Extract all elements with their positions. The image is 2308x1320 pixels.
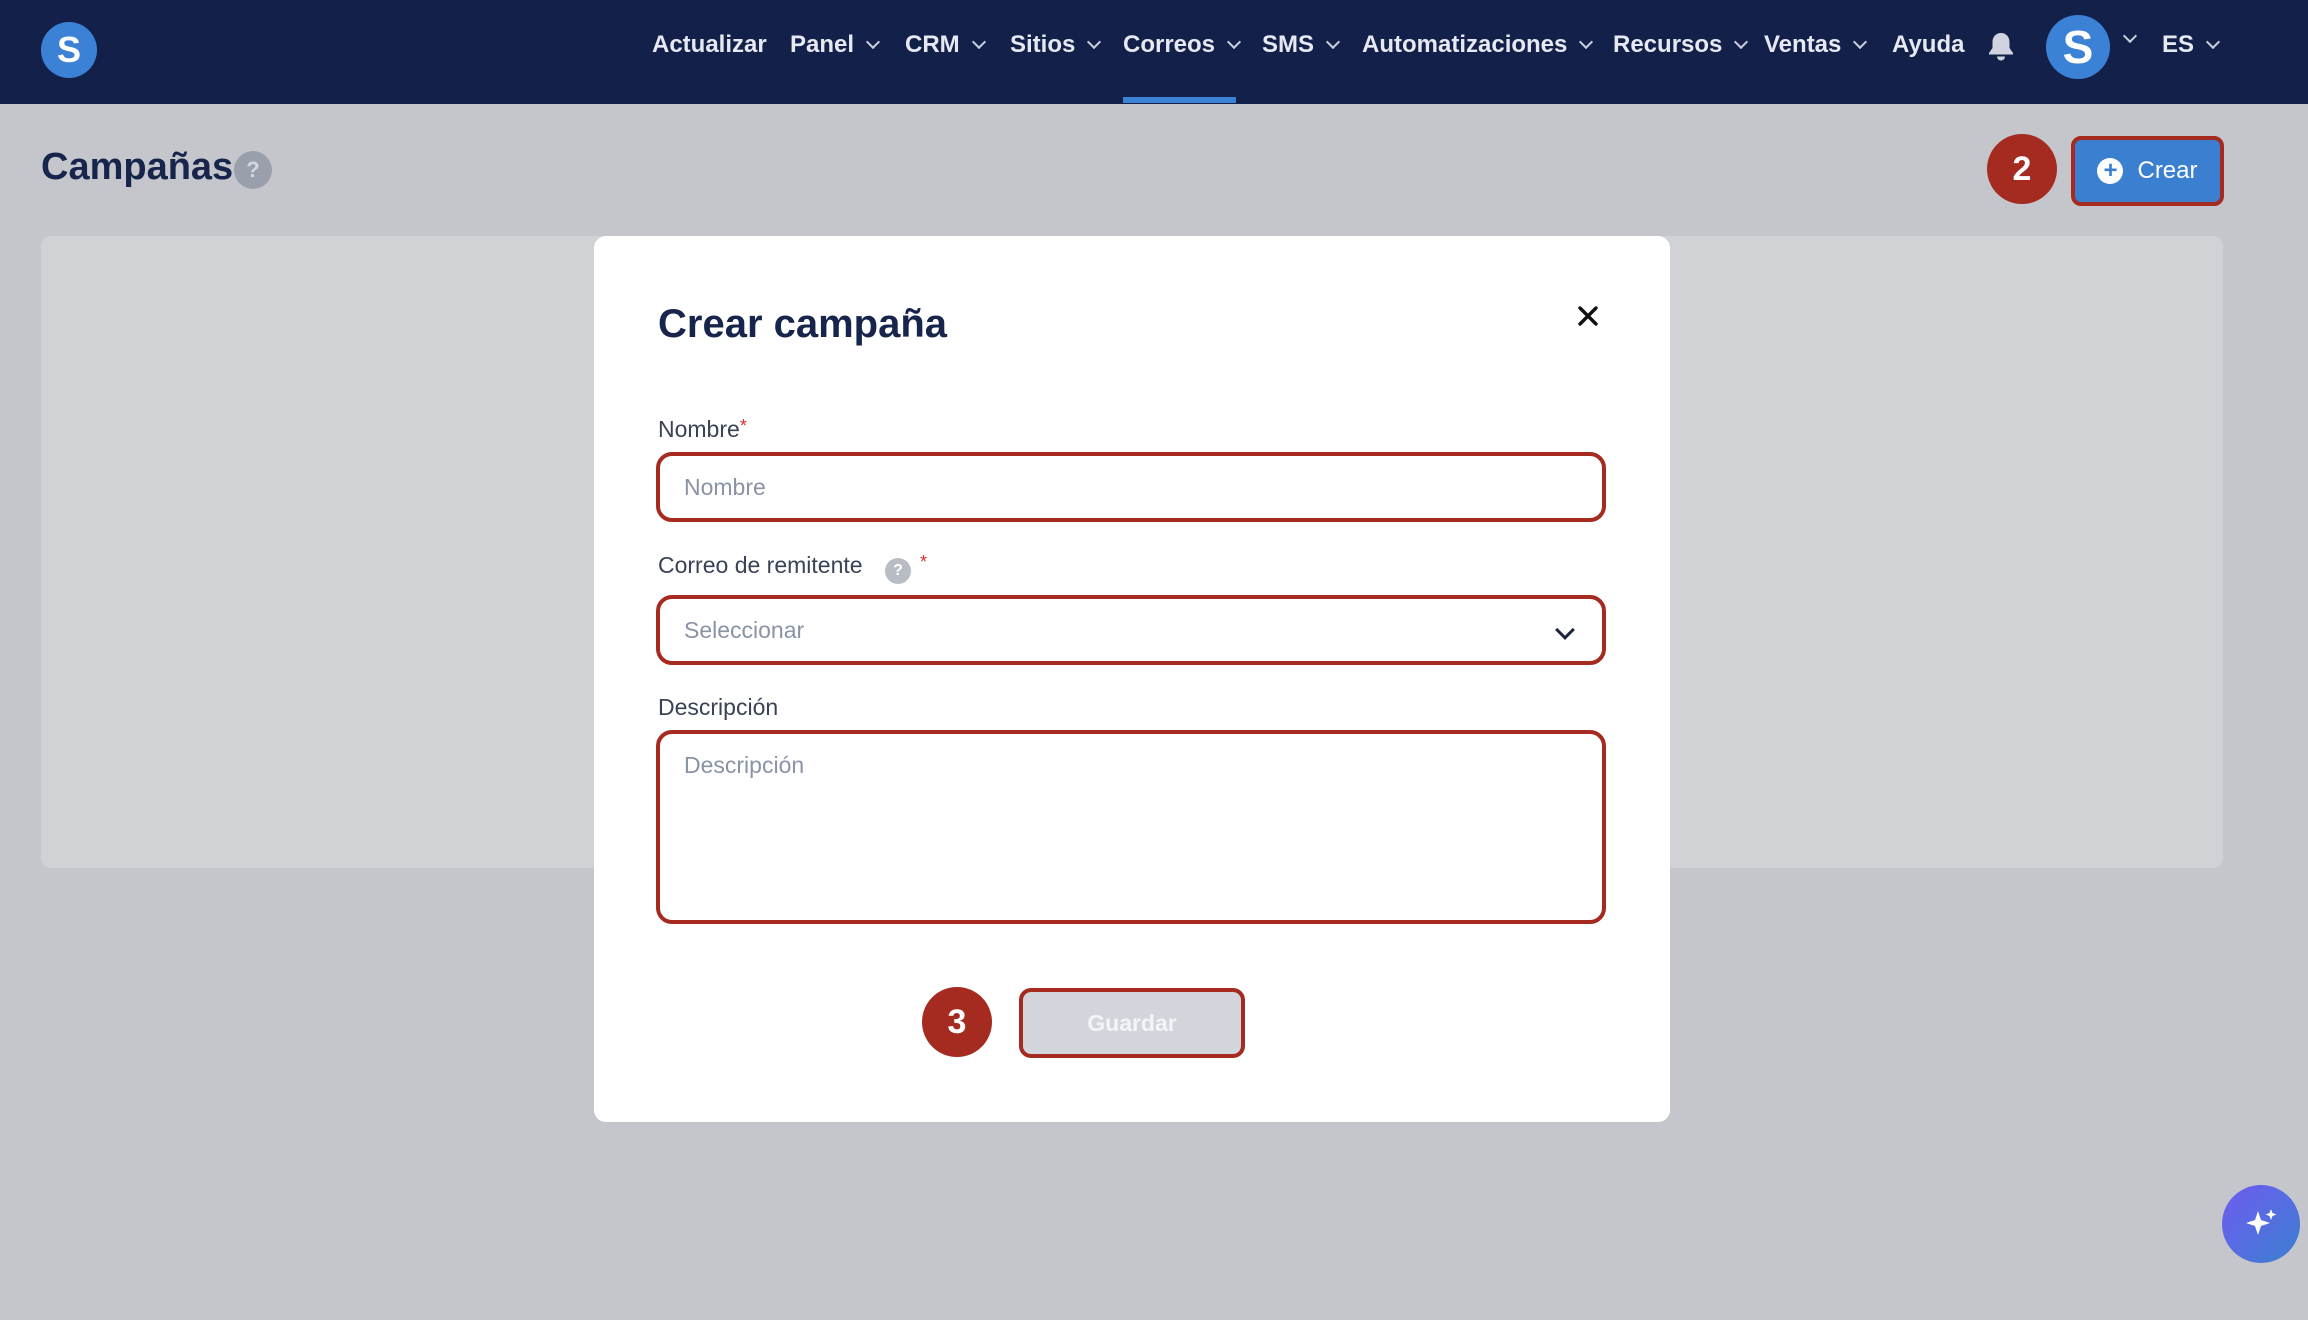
- required-asterisk: *: [739, 416, 747, 436]
- chevron-down-icon: [1579, 34, 1594, 50]
- nav-item-label: Panel: [790, 31, 855, 58]
- page-title: Campañas: [41, 146, 234, 188]
- name-label-text: Nombre: [658, 416, 740, 442]
- nav-item-automatizaciones[interactable]: Automatizaciones: [1362, 0, 1594, 90]
- ai-assistant-button[interactable]: [2222, 1185, 2300, 1263]
- language-selector[interactable]: ES: [2162, 0, 2221, 90]
- name-input[interactable]: [656, 452, 1606, 522]
- required-asterisk: *: [920, 552, 928, 572]
- language-label: ES: [2162, 31, 2195, 58]
- chevron-down-icon: [865, 34, 881, 50]
- chevron-down-icon[interactable]: [2122, 28, 2138, 44]
- nav-item-actualizar[interactable]: Actualizar: [652, 0, 767, 90]
- nav-item-sitios[interactable]: Sitios: [1010, 0, 1102, 90]
- active-nav-indicator: [1123, 97, 1236, 103]
- sparkles-icon: [2246, 1209, 2277, 1235]
- help-icon[interactable]: ?: [885, 558, 911, 584]
- description-label: Descripción: [658, 694, 778, 721]
- create-button-label: Crear: [2137, 157, 2198, 184]
- nav-item-label: Correos: [1123, 31, 1216, 58]
- chevron-down-icon: [1226, 34, 1242, 50]
- description-textarea[interactable]: [656, 730, 1606, 924]
- modal-title: Crear campaña: [658, 302, 948, 346]
- chevron-down-icon: [1325, 34, 1341, 50]
- create-campaign-modal: Crear campaña Nombre* Correo de remitent…: [594, 236, 1670, 1122]
- save-button[interactable]: Guardar: [1019, 988, 1245, 1058]
- chevron-down-icon: [971, 34, 986, 50]
- top-navigation-bar: S Actualizar Panel CRM Sitios Correos SM…: [0, 0, 2308, 104]
- nav-item-recursos[interactable]: Recursos: [1613, 0, 1749, 90]
- close-button[interactable]: [1572, 300, 1604, 332]
- nav-item-label: Automatizaciones: [1362, 31, 1568, 58]
- chevron-down-icon: [2205, 34, 2221, 50]
- nav-item-ventas[interactable]: Ventas: [1764, 0, 1868, 90]
- nav-item-label: CRM: [905, 31, 960, 58]
- sender-label: Correo de remitente: [658, 552, 863, 579]
- chevron-down-icon: [1734, 34, 1749, 50]
- bell-icon[interactable]: [1987, 31, 2015, 61]
- chevron-down-icon: [1853, 34, 1868, 50]
- plus-circle-icon: +: [2097, 158, 2124, 184]
- nav-item-label: Recursos: [1613, 31, 1723, 58]
- chevron-down-icon: [1555, 620, 1575, 640]
- nav-item-label: SMS: [1262, 31, 1315, 58]
- nav-item-crm[interactable]: CRM: [905, 0, 986, 90]
- nav-item-panel[interactable]: Panel: [790, 0, 881, 90]
- close-icon: [1578, 306, 1598, 326]
- description-label-text: Descripción: [658, 694, 779, 720]
- user-avatar[interactable]: S: [2046, 15, 2110, 79]
- create-button[interactable]: + Crear: [2071, 136, 2224, 206]
- chevron-down-icon: [1087, 34, 1102, 50]
- nav-item-label: Ayuda: [1892, 31, 1965, 58]
- nav-item-label: Ventas: [1764, 31, 1842, 58]
- nav-item-ayuda[interactable]: Ayuda: [1892, 0, 1964, 90]
- name-label: Nombre*: [658, 416, 747, 443]
- sender-email-select[interactable]: Seleccionar: [656, 595, 1606, 665]
- step-marker-3: 3: [922, 987, 992, 1057]
- sender-label-text: Correo de remitente: [658, 552, 863, 578]
- nav-item-label: Sitios: [1010, 31, 1076, 58]
- nav-item-label: Actualizar: [652, 31, 767, 58]
- main-nav: Actualizar Panel CRM Sitios Correos SMS …: [0, 0, 2308, 104]
- nav-item-correos[interactable]: Correos: [1123, 0, 1242, 90]
- nav-item-sms[interactable]: SMS: [1262, 0, 1341, 90]
- sender-select-value: Seleccionar: [684, 616, 805, 643]
- help-icon[interactable]: ?: [234, 151, 272, 189]
- step-marker-2: 2: [1987, 134, 2057, 204]
